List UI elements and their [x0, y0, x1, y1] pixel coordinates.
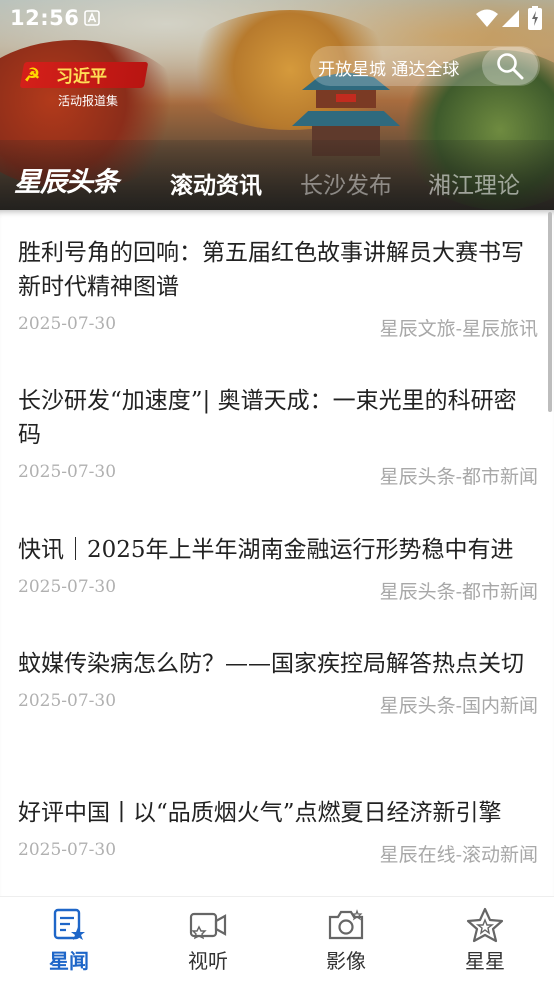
wifi-icon — [476, 9, 498, 27]
news-title: 蚊媒传染病怎么防？——国家疾控局解答热点关切 — [18, 651, 524, 677]
search-button[interactable] — [482, 47, 538, 85]
search-placeholder: 开放星城 通达全球 — [318, 60, 460, 80]
news-source: 星辰头条-都市新闻 — [379, 466, 538, 488]
news-date: 2025-07-30 — [18, 314, 117, 334]
news-source: 星辰头条-都市新闻 — [379, 581, 538, 603]
notification-a-icon — [84, 10, 100, 26]
nav-label: 星闻 — [49, 949, 89, 973]
nav-shiting[interactable]: 视听 — [158, 907, 258, 977]
news-title: 胜利号角的回响：第五届红色故事讲解员大赛书写新时代精神图谱 — [18, 240, 524, 300]
news-date: 2025-07-30 — [18, 577, 117, 597]
status-time: 12:56 — [10, 6, 80, 30]
news-date: 2025-07-30 — [18, 840, 117, 860]
tab-rolling-news[interactable]: 滚动资讯 — [170, 166, 262, 200]
news-date: 2025-07-30 — [18, 462, 117, 482]
news-item[interactable]: 蚊媒传染病怎么防？——国家疾控局解答热点关切 2025-07-30 星辰头条-国… — [18, 647, 538, 719]
video-camera-icon — [189, 912, 227, 940]
news-item[interactable]: 胜利号角的回响：第五届红色故事讲解员大赛书写新时代精神图谱 2025-07-30… — [18, 236, 538, 342]
news-source: 星辰在线-滚动新闻 — [379, 844, 538, 866]
nav-yingxiang[interactable]: 影像 — [296, 907, 396, 977]
news-title: 长沙研发“加速度”| 奥谱天成：一束光里的科研密码 — [18, 388, 517, 448]
news-list[interactable]: 胜利号角的回响：第五届红色故事讲解员大赛书写新时代精神图谱 2025-07-30… — [0, 210, 554, 896]
battery-charging-icon — [528, 6, 542, 30]
nav-label: 影像 — [326, 949, 366, 973]
search-icon — [497, 53, 524, 80]
nav-xingwen[interactable]: 星闻 — [19, 907, 119, 977]
logo-subtitle: 活动报道集 — [58, 94, 119, 108]
nav-label: 视听 — [188, 949, 228, 973]
cell-signal-icon — [502, 10, 519, 27]
party-emblem-icon: ☭ — [24, 65, 41, 86]
logo-title: 习近平 — [56, 67, 107, 87]
news-title: 快讯｜2025年上半年湖南金融运行形势稳中有进 — [18, 537, 514, 563]
tab-xiangjiang-theory[interactable]: 湘江理论 — [428, 166, 520, 200]
news-star-icon — [53, 908, 85, 940]
nav-label: 星星 — [465, 949, 505, 973]
news-date: 2025-07-30 — [18, 691, 117, 711]
xi-activity-report-logo[interactable]: ☭ 习近平 活动报道集 — [19, 48, 150, 112]
nav-xingxing[interactable]: 星星 — [435, 907, 535, 977]
tab-changsha-release[interactable]: 长沙发布 — [300, 166, 392, 200]
news-item[interactable]: 好评中国丨以“品质烟火气”点燃夏日经济新引擎 2025-07-30 星辰在线-滚… — [18, 796, 538, 868]
photo-camera-icon — [328, 909, 364, 940]
news-item[interactable]: 长沙研发“加速度”| 奥谱天成：一束光里的科研密码 2025-07-30 星辰头… — [18, 384, 538, 490]
star-badge-icon — [466, 907, 504, 943]
status-bar: 12:56 — [0, 0, 554, 36]
list-scrollbar[interactable] — [548, 212, 552, 412]
news-source: 星辰文旅-星辰旅讯 — [379, 318, 538, 340]
channel-tabs: 星辰头条 滚动资讯 长沙发布 湘江理论 — [0, 158, 554, 208]
news-source: 星辰头条-国内新闻 — [379, 695, 538, 717]
tab-xingchen-headlines[interactable]: 星辰头条 — [14, 160, 119, 199]
bottom-navigation: 星闻 视听 影像 星星 — [0, 896, 554, 985]
news-item[interactable]: 快讯｜2025年上半年湖南金融运行形势稳中有进 2025-07-30 星辰头条-… — [18, 533, 538, 605]
news-title: 好评中国丨以“品质烟火气”点燃夏日经济新引擎 — [18, 800, 502, 826]
